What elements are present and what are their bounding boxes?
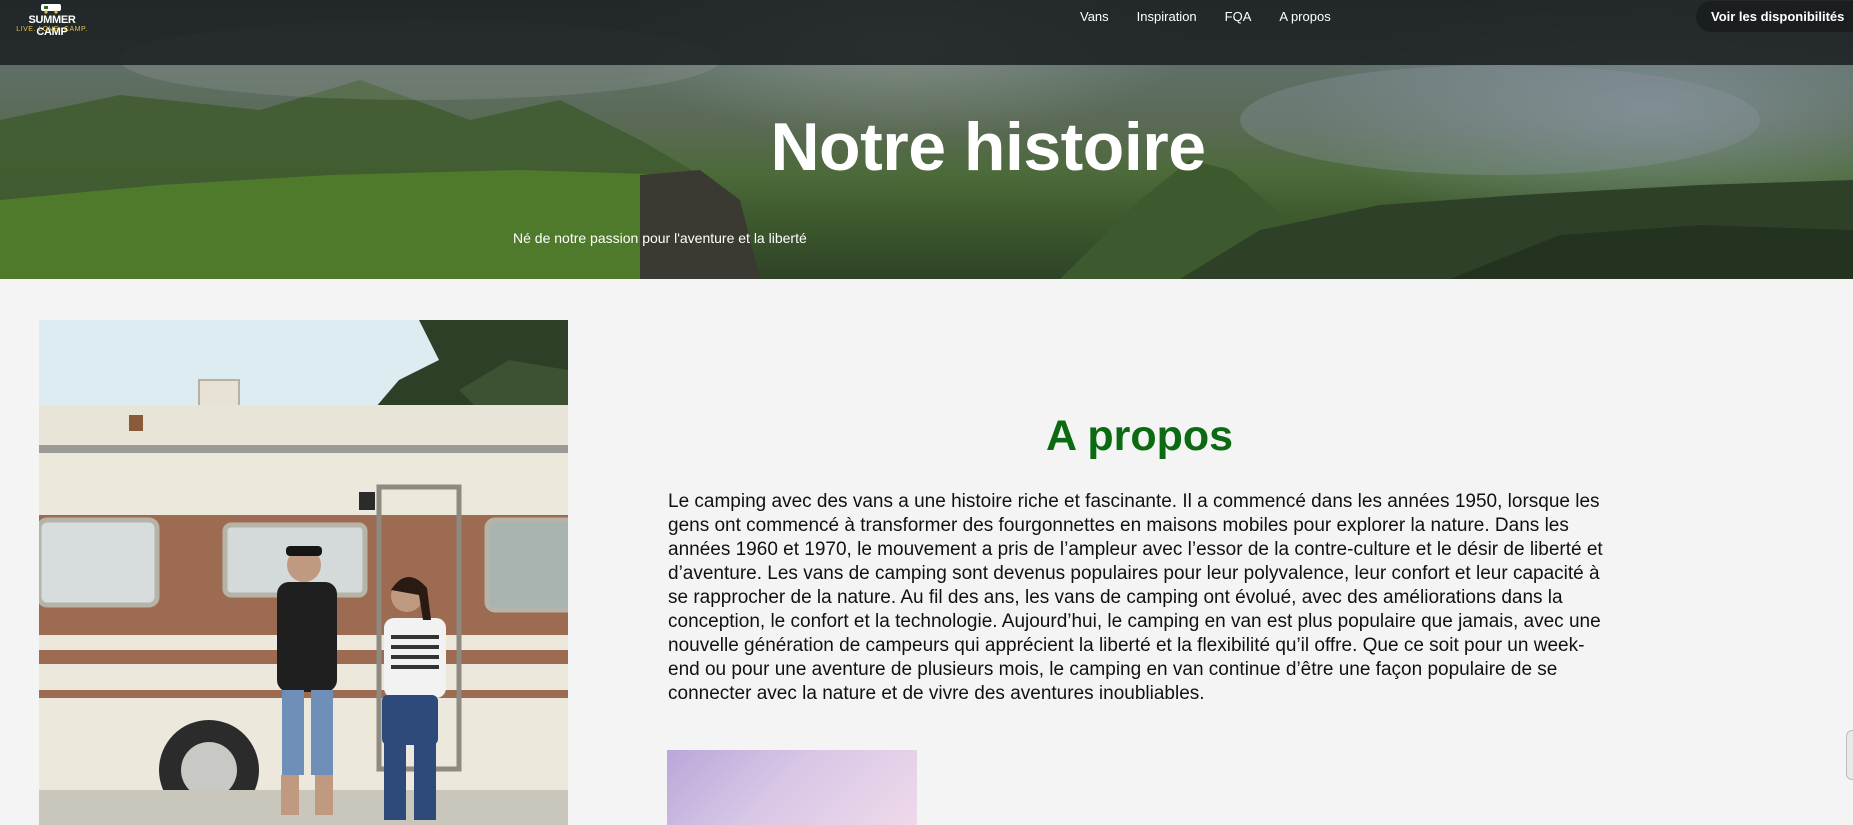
hero-banner: SUMMER CAMP LIVE. LOVE. CAMP. Vans Inspi… [0,0,1853,279]
nav-link-inspiration[interactable]: Inspiration [1123,10,1211,24]
side-scroll-tab[interactable] [1846,730,1853,780]
camper-couple-photo [39,320,568,825]
nav-link-vans[interactable]: Vans [1066,10,1123,24]
logo-tagline: LIVE. LOVE. CAMP. [16,26,88,33]
nav-link-a-propos[interactable]: A propos [1265,10,1344,24]
camper-van-icon [41,4,61,14]
about-title: A propos [1045,412,1234,460]
about-body-text: Le camping avec des vans a une histoire … [668,491,1603,704]
page-title: Notre histoire [770,109,1206,185]
availability-button[interactable]: Voir les disponibilités [1696,1,1853,32]
hero-subtitle: Né de notre passion pour l'aventure et l… [513,230,807,246]
nav-link-fqa[interactable]: FQA [1211,10,1266,24]
main-nav: Vans Inspiration FQA A propos [1066,10,1345,24]
secondary-image [667,750,917,825]
top-navigation-bar: SUMMER CAMP LIVE. LOVE. CAMP. Vans Inspi… [0,0,1853,65]
site-logo[interactable]: SUMMER CAMP LIVE. LOVE. CAMP. [16,0,88,38]
